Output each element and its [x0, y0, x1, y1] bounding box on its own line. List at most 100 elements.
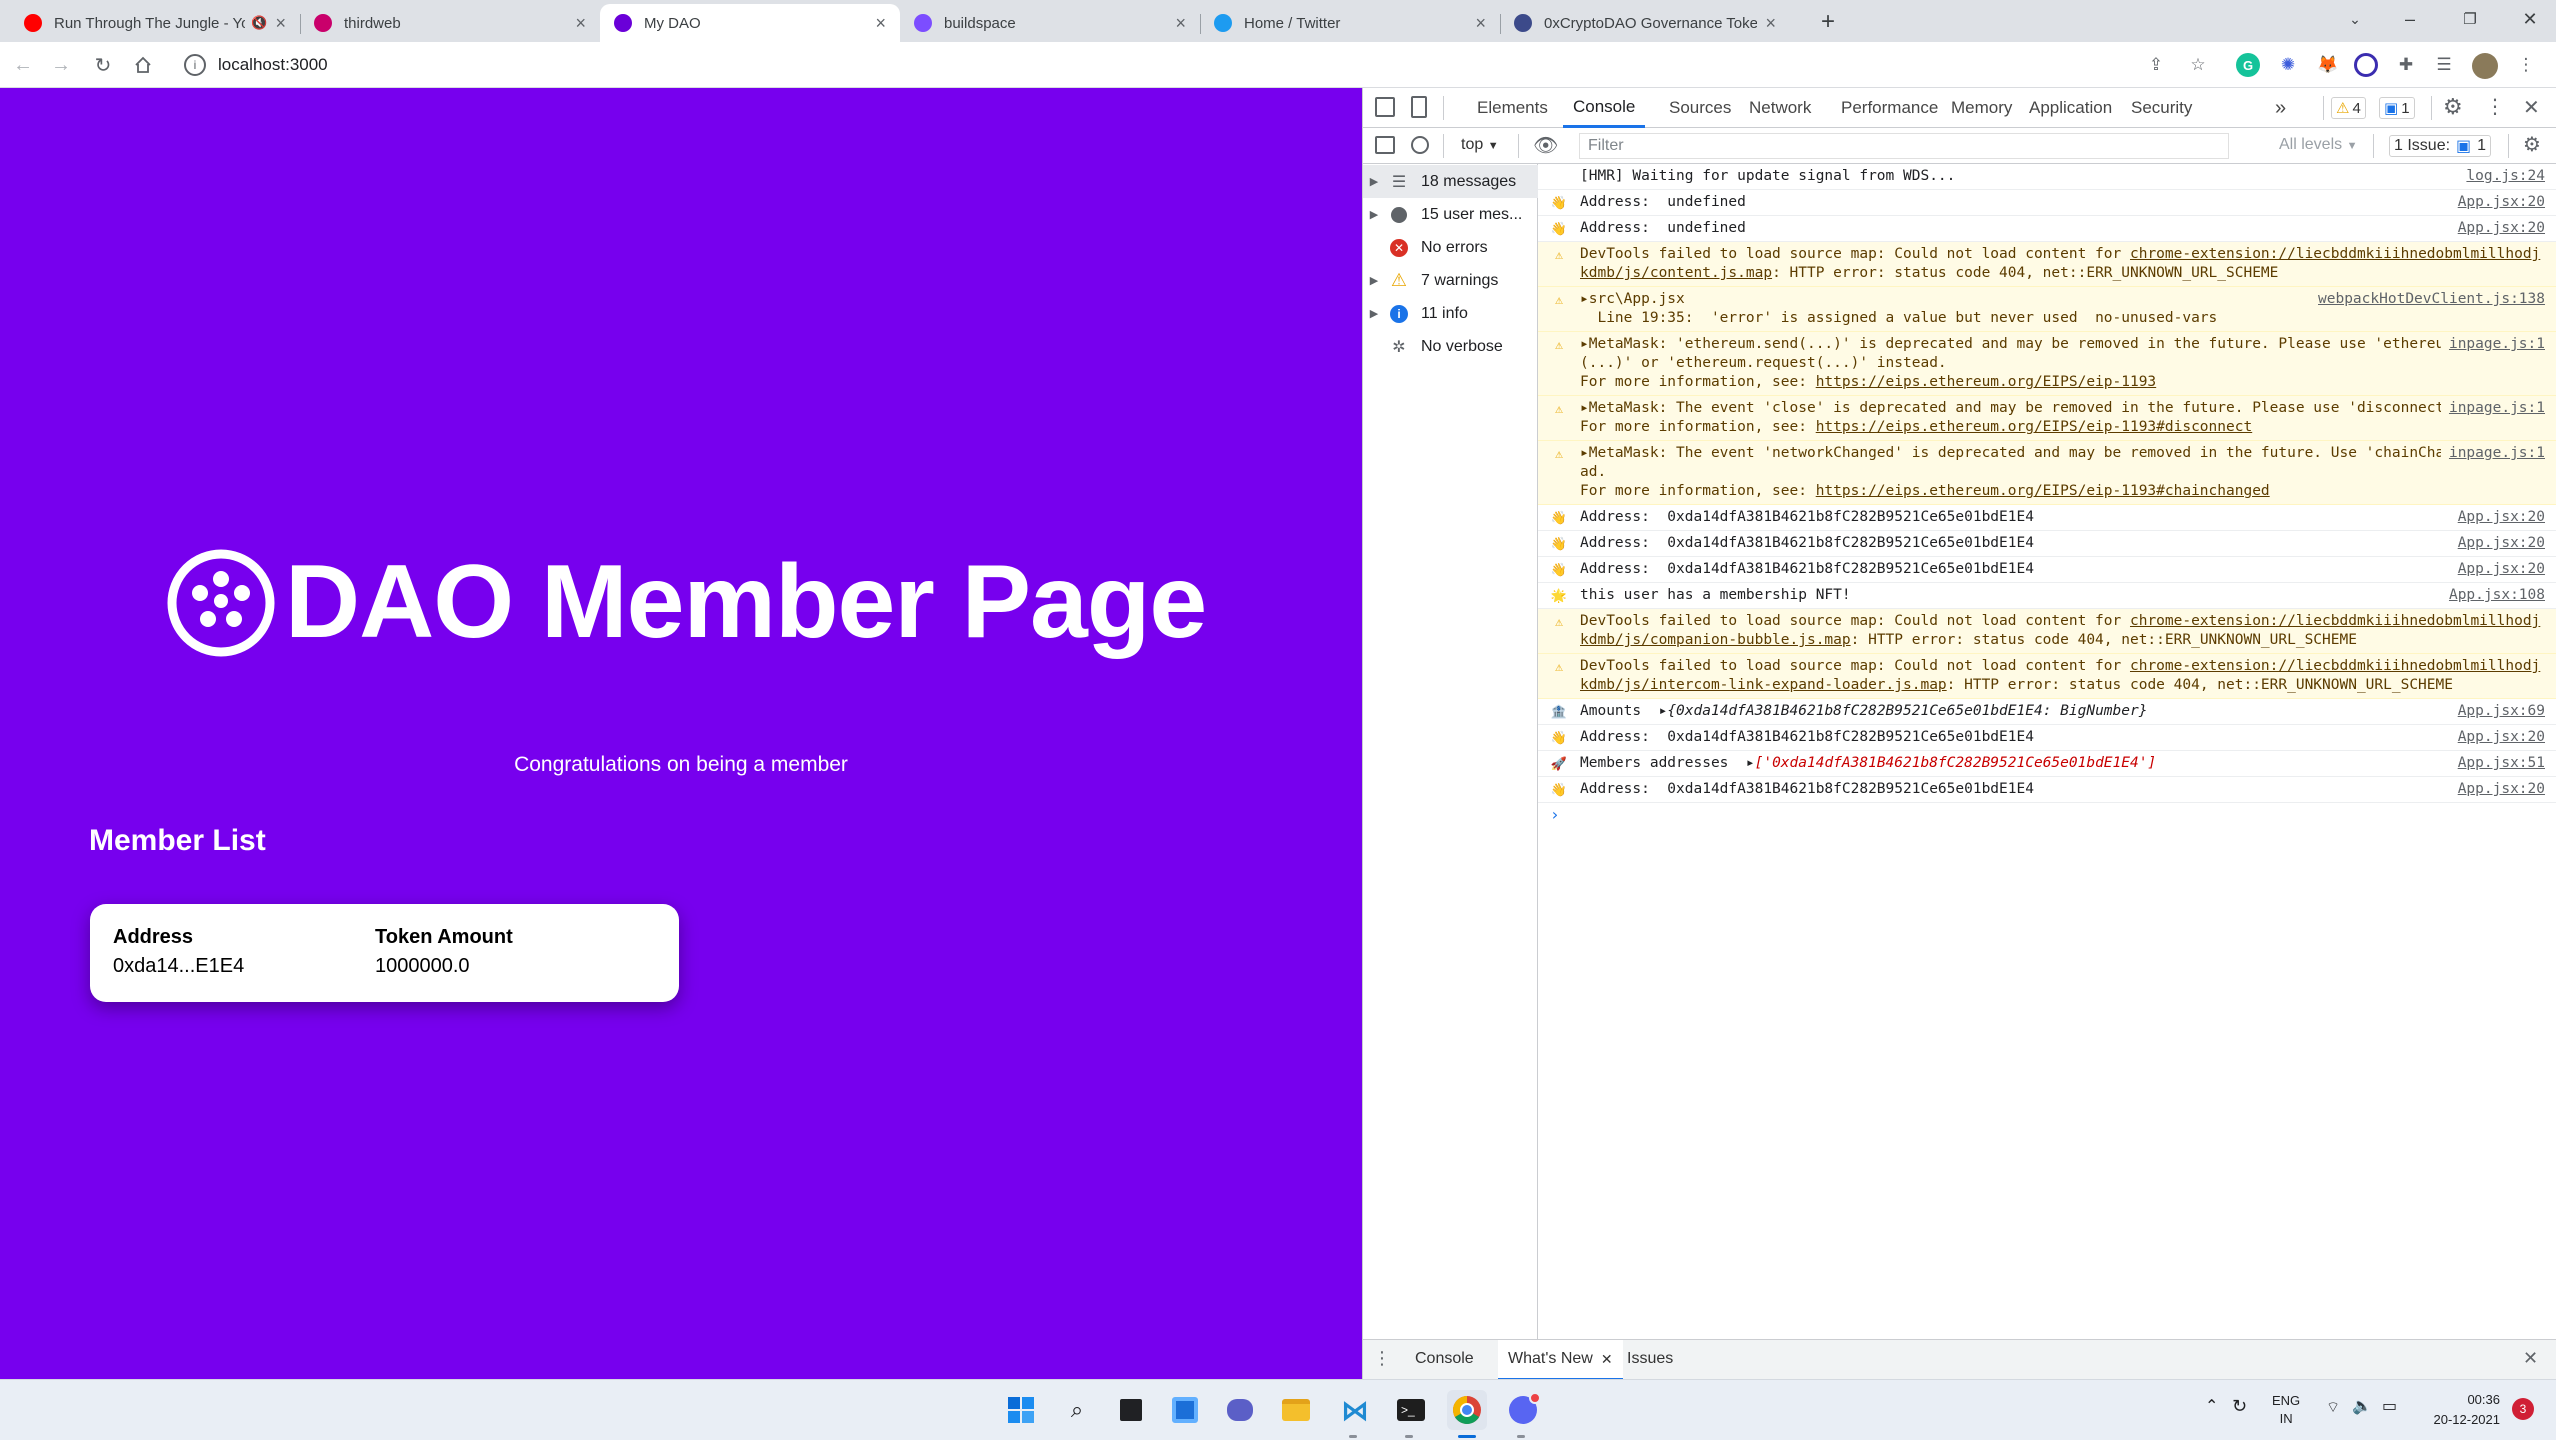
chrome-icon[interactable]: [1447, 1390, 1487, 1430]
filter-input[interactable]: Filter: [1579, 133, 2229, 159]
inspect-element-icon[interactable]: [1375, 97, 1395, 117]
settings-gear-icon[interactable]: ⚙: [2443, 94, 2463, 120]
site-info-icon[interactable]: i: [184, 54, 206, 76]
devtools-tab-elements[interactable]: Elements: [1467, 88, 1558, 128]
log-source-link[interactable]: App.jsx:20: [2450, 728, 2545, 747]
console-settings-icon[interactable]: ⚙: [2523, 132, 2541, 157]
more-tabs-button[interactable]: »: [2275, 88, 2286, 128]
log-source-link[interactable]: App.jsx:20: [2450, 560, 2545, 579]
battery-icon[interactable]: ▭: [2382, 1396, 2397, 1416]
devtools-tab-network[interactable]: Network: [1739, 88, 1821, 128]
console-log-row[interactable]: 🚀 Members addresses ▸['0xda14dfA381B4621b…: [1538, 751, 2556, 777]
widgets-icon[interactable]: [1165, 1390, 1205, 1430]
console-warning-row[interactable]: ⚠ DevTools failed to load source map: Cou…: [1538, 654, 2556, 699]
profile-avatar[interactable]: [2472, 53, 2498, 79]
browser-tab-2[interactable]: thirdweb ×: [300, 4, 600, 42]
share-icon[interactable]: ⇪: [2144, 53, 2168, 77]
drawer-tab-whats-new[interactable]: What's New ✕: [1498, 1340, 1623, 1380]
console-log-row[interactable]: [HMR] Waiting for update signal from WDS…: [1538, 164, 2556, 190]
devtools-tab-sources[interactable]: Sources: [1659, 88, 1741, 128]
log-source-link[interactable]: webpackHotDevClient.js:138: [2310, 290, 2545, 309]
vscode-icon[interactable]: ⋈: [1335, 1390, 1375, 1430]
console-log-row[interactable]: 🏦 Amounts ▸{0xda14dfA381B4621b8fC282B9521…: [1538, 699, 2556, 725]
console-prompt[interactable]: ›: [1538, 803, 2556, 826]
log-source-link[interactable]: App.jsx:51: [2450, 754, 2545, 773]
console-warning-row[interactable]: ⚠ DevTools failed to load source map: Cou…: [1538, 242, 2556, 287]
address-bar[interactable]: i localhost:3000: [170, 47, 2160, 83]
close-tab-icon[interactable]: ×: [1475, 13, 1486, 34]
console-log-row[interactable]: 👋 Address: 0xda14dfA381B4621b8fC282B9521C…: [1538, 505, 2556, 531]
terminal-icon[interactable]: >_: [1391, 1390, 1431, 1430]
wifi-icon[interactable]: ⌔: [2326, 1398, 2340, 1417]
issues-counter[interactable]: 1 Issue: ▣ 1: [2389, 135, 2492, 157]
teams-chat-icon[interactable]: [1220, 1390, 1260, 1430]
drawer-tab-console[interactable]: Console: [1415, 1350, 1474, 1368]
close-window-button[interactable]: ✕: [2500, 0, 2556, 38]
drawer-tab-issues[interactable]: Issues: [1627, 1350, 1673, 1368]
search-icon[interactable]: ⌕: [1057, 1390, 1097, 1430]
warnings-badge[interactable]: ⚠ 4: [2331, 97, 2366, 119]
log-source-link[interactable]: App.jsx:20: [2450, 193, 2545, 212]
devtools-tab-memory[interactable]: Memory: [1941, 88, 2022, 128]
reading-list-icon[interactable]: ☰: [2432, 53, 2456, 77]
console-warning-row[interactable]: ⚠ ▸src\App.jsx Line 19:35: 'error' is ass…: [1538, 287, 2556, 332]
close-tab-icon[interactable]: ✕: [1601, 1351, 1613, 1368]
device-toolbar-icon[interactable]: [1411, 96, 1427, 118]
console-sidebar-item[interactable]: ▶ 15 user mes...: [1363, 198, 1538, 231]
log-levels-dropdown[interactable]: All levels ▼: [2279, 136, 2357, 154]
log-object-preview[interactable]: {0xda14dfA381B4621b8fC282B9521Ce65e01bdE…: [1667, 703, 2147, 719]
grammarly-extension-icon[interactable]: G: [2236, 53, 2260, 77]
browser-tab-3[interactable]: My DAO ×: [600, 4, 900, 42]
log-link[interactable]: https://eips.ethereum.org/EIPS/eip-1193: [1816, 374, 2156, 390]
file-explorer-icon[interactable]: [1276, 1390, 1316, 1430]
devtools-menu-icon[interactable]: ⋮: [2485, 94, 2505, 119]
devtools-tab-performance[interactable]: Performance: [1831, 88, 1948, 128]
tab-search-icon[interactable]: ⌄: [2325, 0, 2385, 38]
browser-tab-4[interactable]: buildspace ×: [900, 4, 1200, 42]
mute-icon[interactable]: 🔇: [251, 15, 267, 31]
restore-button[interactable]: ❐: [2440, 0, 2500, 38]
browser-tab-1[interactable]: Run Through The Jungle - Yo 🔇 ×: [10, 4, 300, 42]
console-log-row[interactable]: 🌟 this user has a membership NFT! App.jsx:…: [1538, 583, 2556, 609]
volume-icon[interactable]: 🔈: [2352, 1396, 2372, 1416]
console-log-row[interactable]: 👋 Address: 0xda14dfA381B4621b8fC282B9521C…: [1538, 725, 2556, 751]
log-source-link[interactable]: App.jsx:20: [2450, 780, 2545, 799]
live-expression-eye-icon[interactable]: 👁: [1533, 133, 1558, 158]
close-tab-icon[interactable]: ×: [275, 13, 286, 34]
console-warning-row[interactable]: ⚠ ▸MetaMask: The event 'close' is depreca…: [1538, 396, 2556, 441]
minimize-button[interactable]: –: [2380, 0, 2440, 38]
circle-extension-icon[interactable]: [2354, 53, 2378, 77]
console-warning-row[interactable]: ⚠ ▸MetaMask: The event 'networkChanged' i…: [1538, 441, 2556, 505]
log-array-preview[interactable]: ['0xda14dfA381B4621b8fC282B9521Ce65e01bd…: [1755, 755, 2157, 771]
console-log-row[interactable]: 👋 Address: undefined App.jsx:20: [1538, 190, 2556, 216]
browser-tab-6[interactable]: 0xCryptoDAO Governance Token ×: [1500, 4, 1790, 42]
console-sidebar-item[interactable]: ✲ No verbose: [1363, 330, 1538, 363]
notification-badge[interactable]: 3: [2512, 1398, 2534, 1420]
extensions-puzzle-icon[interactable]: ✚: [2394, 53, 2418, 77]
reload-button[interactable]: ↻: [88, 50, 118, 80]
log-source-link[interactable]: App.jsx:69: [2450, 702, 2545, 721]
console-sidebar-item[interactable]: ▶ ⚠ 7 warnings: [1363, 264, 1538, 297]
close-drawer-icon[interactable]: ✕: [2523, 1348, 2538, 1369]
console-log-row[interactable]: 👋 Address: 0xda14dfA381B4621b8fC282B9521C…: [1538, 557, 2556, 583]
close-tab-icon[interactable]: ×: [1765, 13, 1776, 34]
close-tab-icon[interactable]: ×: [1175, 13, 1186, 34]
devtools-tab-console[interactable]: Console: [1563, 88, 1646, 128]
log-source-link[interactable]: App.jsx:20: [2450, 534, 2545, 553]
language-indicator[interactable]: ENG IN: [2272, 1392, 2300, 1428]
metamask-extension-icon[interactable]: 🦊: [2316, 53, 2340, 77]
log-source-link[interactable]: App.jsx:108: [2441, 586, 2545, 605]
onedrive-sync-icon[interactable]: ↻: [2232, 1396, 2247, 1417]
show-hidden-icons-chevron-icon[interactable]: ⌃: [2205, 1396, 2218, 1416]
devtools-tab-security[interactable]: Security: [2121, 88, 2202, 128]
messages-badge[interactable]: ▣ 1: [2379, 97, 2415, 119]
log-source-link[interactable]: App.jsx:20: [2450, 508, 2545, 527]
drawer-menu-icon[interactable]: ⋮: [1373, 1348, 1391, 1369]
console-log-row[interactable]: 👋 Address: undefined App.jsx:20: [1538, 216, 2556, 242]
console-log-row[interactable]: 👋 Address: 0xda14dfA381B4621b8fC282B9521C…: [1538, 531, 2556, 557]
browser-menu-icon[interactable]: ⋮: [2514, 53, 2538, 77]
log-source-link[interactable]: log.js:24: [2458, 167, 2545, 186]
log-source-link[interactable]: inpage.js:1: [2440, 444, 2545, 463]
close-tab-icon[interactable]: ×: [575, 13, 586, 34]
log-source-link[interactable]: inpage.js:1: [2440, 335, 2545, 354]
